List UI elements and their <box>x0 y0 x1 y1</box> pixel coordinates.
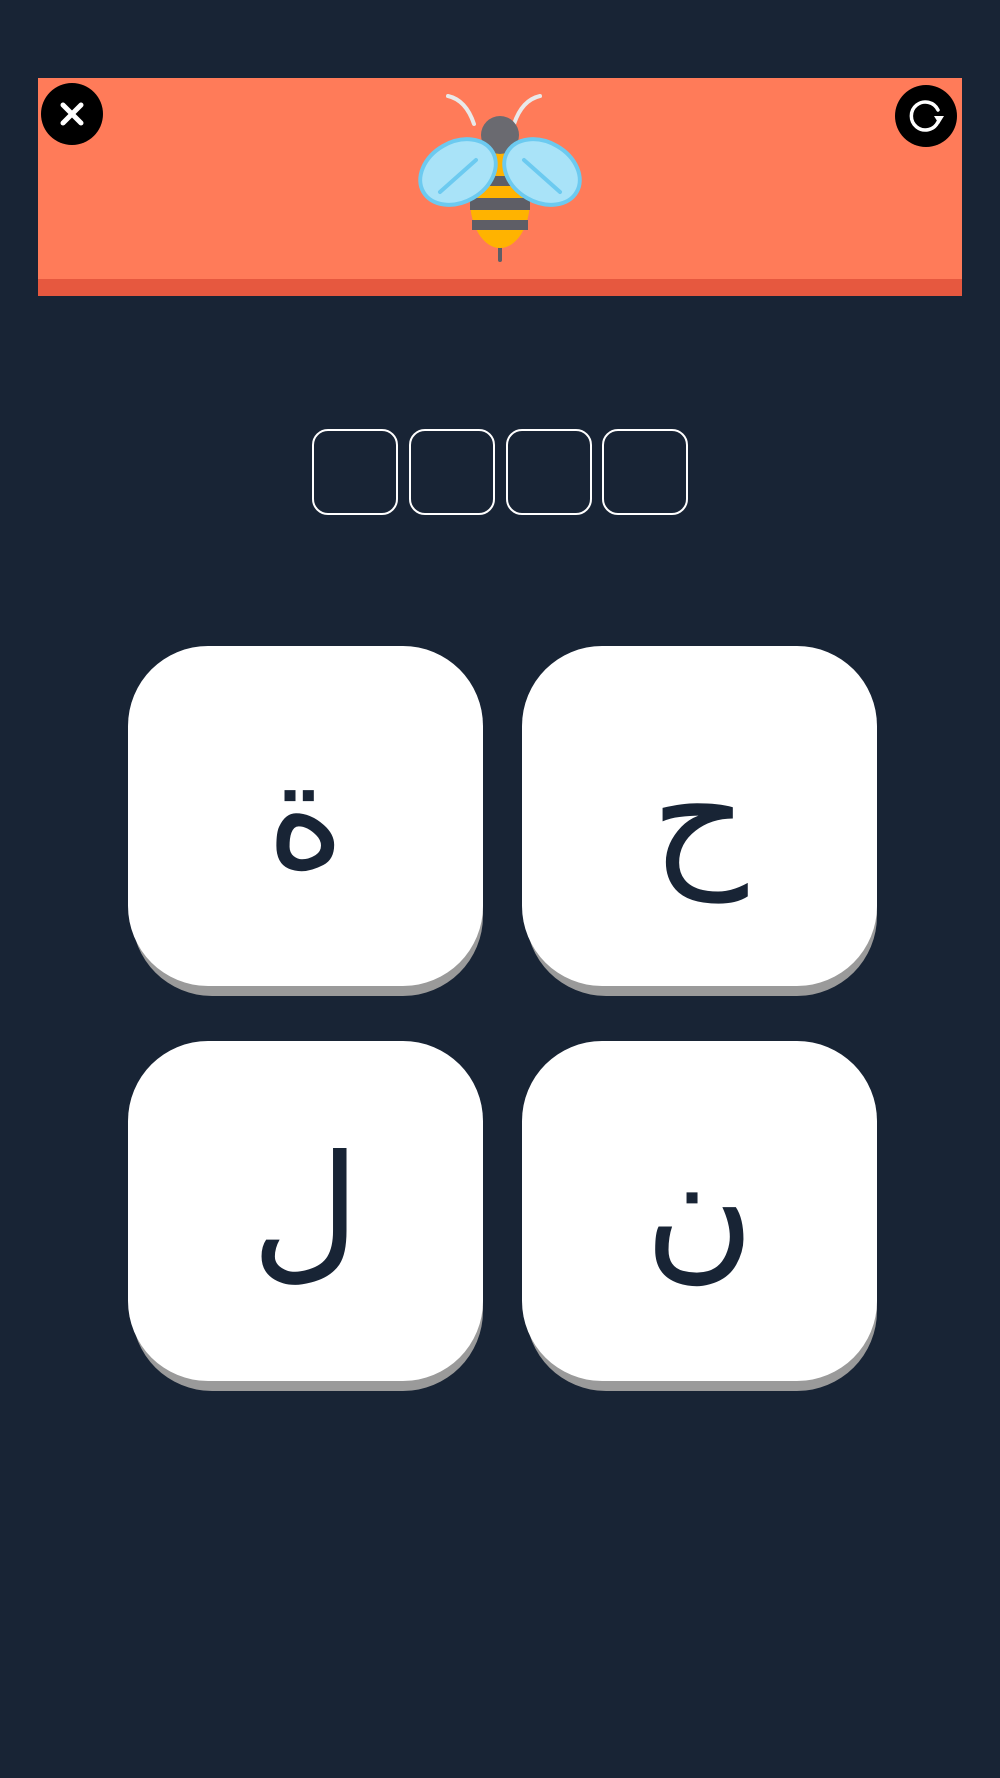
tile-letter: ن <box>644 1124 755 1298</box>
answer-slot[interactable] <box>312 429 398 515</box>
tile-face: ح <box>522 646 877 986</box>
answer-slot[interactable] <box>409 429 495 515</box>
letter-tile[interactable]: ة <box>128 646 483 996</box>
tile-letter: ل <box>251 1124 360 1298</box>
tile-face: ة <box>128 646 483 986</box>
answer-slots <box>312 429 688 515</box>
tile-face: ن <box>522 1041 877 1381</box>
close-icon <box>60 102 84 126</box>
tile-face: ل <box>128 1041 483 1381</box>
tile-letter: ح <box>651 729 748 903</box>
bee-icon <box>418 94 582 262</box>
letter-tile[interactable]: ل <box>128 1041 483 1391</box>
banner-bottom-strip <box>38 279 962 296</box>
letter-tile[interactable]: ح <box>522 646 877 996</box>
restart-button[interactable] <box>895 85 957 147</box>
close-button[interactable] <box>41 83 103 145</box>
answer-slot[interactable] <box>602 429 688 515</box>
letter-tile[interactable]: ن <box>522 1041 877 1391</box>
restart-icon <box>909 100 944 132</box>
answer-slot[interactable] <box>506 429 592 515</box>
tile-letter: ة <box>266 729 345 903</box>
